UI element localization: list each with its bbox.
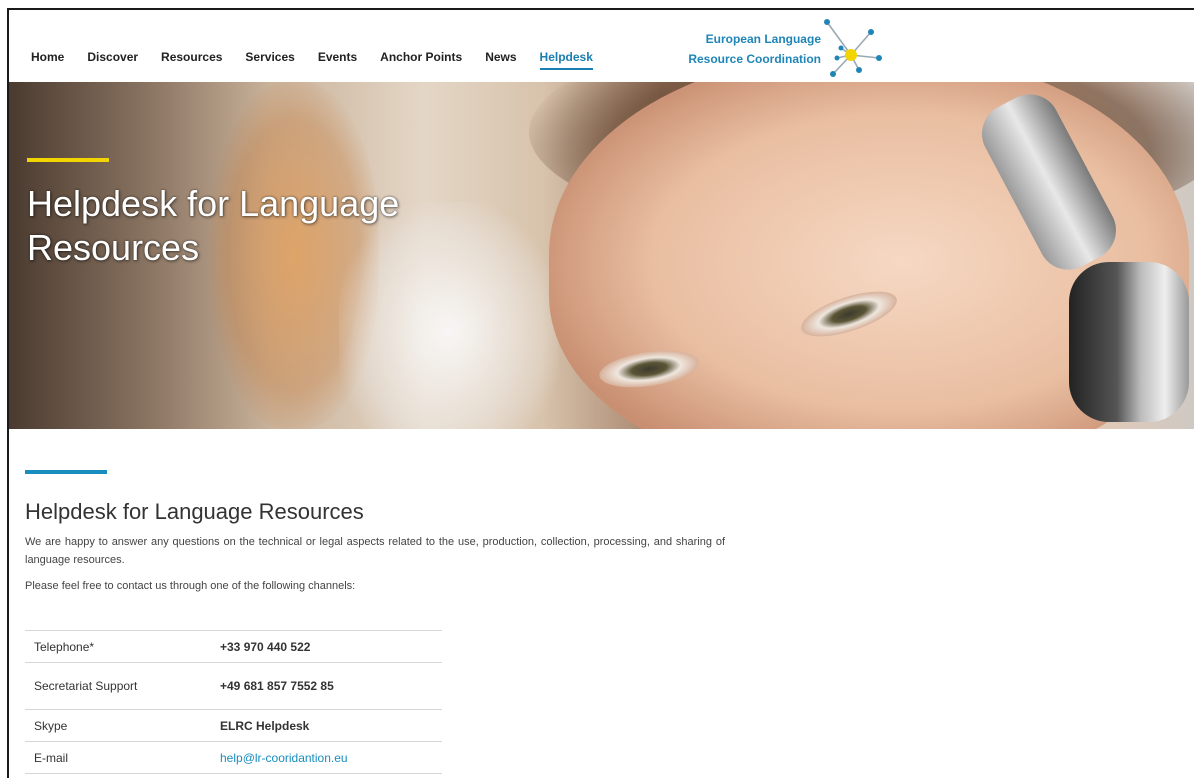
email-link[interactable]: help@lr-cooridantion.eu [211,741,442,774]
section-accent-bar [25,470,107,474]
contact-value: +49 681 857 7552 85 [211,662,442,710]
nav-news[interactable]: News [485,50,516,70]
main-nav: Home Discover Resources Services Events … [31,50,616,70]
nav-events[interactable]: Events [318,50,357,70]
site-header: Home Discover Resources Services Events … [9,10,1194,82]
hero-banner: Helpdesk for Language Resources [9,82,1194,429]
page-heading: Helpdesk for Language Resources [25,499,364,524]
nav-discover[interactable]: Discover [87,50,138,70]
elrc-logo[interactable]: European Language Resource Coordination [671,18,901,80]
network-logo-icon [824,19,882,77]
contact-label: Telephone* [25,630,211,663]
table-row: E-mail help@lr-cooridantion.eu [25,741,442,774]
nav-resources[interactable]: Resources [161,50,222,70]
nav-home[interactable]: Home [31,50,64,70]
intro-text: We are happy to answer any questions on … [25,536,725,566]
hero-title: Helpdesk for Language Resources [27,183,400,268]
nav-anchor-points[interactable]: Anchor Points [380,50,462,70]
table-row: Telephone* +33 970 440 522 [25,630,442,663]
hero-accent-bar [27,158,109,162]
channels-text: Please feel free to contact us through o… [25,580,356,592]
contact-table: Telephone* +33 970 440 522 Secretariat S… [25,630,442,774]
table-row: Skype ELRC Helpdesk [25,709,442,742]
contact-label: Secretariat Support [25,662,211,710]
contact-label: Skype [25,709,211,742]
contact-value: +33 970 440 522 [211,630,442,663]
nav-services[interactable]: Services [245,50,294,70]
contact-label: E-mail [25,741,211,774]
main-content: Helpdesk for Language Resources We are h… [25,470,725,595]
table-row: Secretariat Support +49 681 857 7552 85 [25,662,442,710]
contact-value: ELRC Helpdesk [211,709,442,742]
page-frame: Home Discover Resources Services Events … [7,8,1194,778]
logo-line-2: Resource Coordination [688,52,821,66]
logo-line-1: European Language [705,32,821,46]
hero-photo-headset [1069,262,1189,422]
nav-helpdesk[interactable]: Helpdesk [539,50,593,70]
